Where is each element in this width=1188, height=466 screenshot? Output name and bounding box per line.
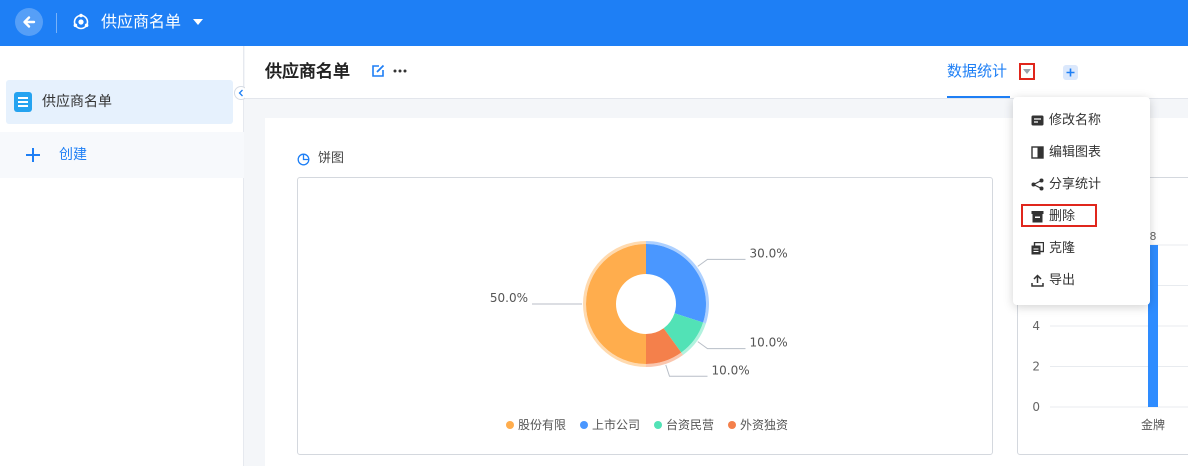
pie-leader-line [665,364,708,377]
menu-item-clone[interactable]: 克隆 [1013,236,1150,262]
tab-active-indicator [947,96,1010,98]
legend-marker [728,421,736,429]
pie-slice[interactable] [646,244,706,323]
pie-data-label: 10.0% [749,336,787,350]
pie-panel-title: 饼图 [318,151,345,166]
pie-leader-line [697,258,746,267]
plus-icon [26,148,40,162]
tab-dropdown-button[interactable] [1019,63,1035,80]
app-logo-icon [73,13,89,30]
menu-item-label: 分享统计 [1049,177,1102,192]
sidebar-item-label: 供应商名单 [42,94,112,110]
pie-chart-icon [297,153,310,166]
edit-chart-icon [1031,146,1044,159]
pie-chart: 30.0% 10.0%10.0% 50.0% 股份有限 上市公司 台资民营 外资独资 [490,241,788,432]
sidebar-item-supplier-list[interactable]: 供应商名单 [6,80,233,124]
sidebar: 供应商名单 创建 [0,46,248,466]
pie-slice[interactable] [586,244,646,364]
share-icon [1031,178,1044,191]
app-title[interactable]: 供应商名单 [101,11,181,33]
add-tab-button[interactable] [1063,65,1078,80]
bar-ytick-label: 2 [1032,360,1040,374]
create-label: 创建 [59,147,87,163]
menu-item-label: 克隆 [1049,241,1076,256]
back-button[interactable] [15,8,43,36]
edit-icon[interactable] [371,64,385,78]
page-header: 供应商名单 数据统计 [245,46,1188,99]
caret-down-icon [1023,68,1031,74]
list-doc-icon [14,92,32,112]
menu-item-rename[interactable]: 修改名称 [1013,108,1150,134]
create-button[interactable]: 创建 [0,132,244,178]
menu-item-share[interactable]: 分享统计 [1013,172,1150,198]
bar-ytick-label: 0 [1032,400,1040,414]
legend-label[interactable]: 股份有限 [518,418,566,432]
rename-icon [1031,115,1044,126]
export-icon [1031,274,1044,287]
topbar-divider [56,13,57,33]
menu-item-label: 编辑图表 [1049,145,1102,160]
trash-icon [1031,211,1044,223]
legend-marker [506,421,514,429]
tab-context-menu: 修改名称 编辑图表 分享统计 删除 克隆 导出 [1013,97,1150,305]
bar-data-label: 8 [1150,230,1157,243]
caret-down-icon[interactable] [192,16,204,28]
menu-item-label: 修改名称 [1049,113,1102,128]
tab-data-statistics[interactable]: 数据统计 [947,60,1007,99]
legend-label[interactable]: 上市公司 [592,417,640,432]
arrow-left-icon [23,16,36,28]
pie-data-label: 50.0% [490,291,528,305]
bar-category-label: 金牌 [1141,417,1165,432]
pie-chart-panel: 30.0% 10.0% 10.0% 50.0% 股份有限 上市公司 台资民营 外资独资 [297,177,993,455]
menu-item-edit-chart[interactable]: 编辑图表 [1013,140,1150,166]
more-icon[interactable] [393,64,407,78]
menu-item-export[interactable]: 导出 [1013,268,1150,294]
chevron-left-icon [238,89,243,97]
bar-ytick-label: 4 [1032,319,1040,333]
tab-label: 数据统计 [947,62,1008,80]
clone-icon [1031,242,1044,255]
menu-item-label: 删除 [1049,209,1076,224]
legend-marker [580,421,588,429]
pie-leader-line [697,341,746,350]
pie-data-label: 10.0% [711,363,749,377]
legend-label[interactable]: 台资民营 [666,417,714,432]
legend-marker [654,421,662,429]
top-bar: 供应商名单 [0,0,1188,46]
plus-icon [1066,68,1075,77]
legend-label[interactable]: 外资独资 [740,418,788,432]
pie-data-label: 30.0% [749,246,787,260]
page-title: 供应商名单 [265,62,350,82]
menu-item-label: 导出 [1049,273,1076,288]
menu-item-delete[interactable]: 删除 [1013,204,1150,230]
